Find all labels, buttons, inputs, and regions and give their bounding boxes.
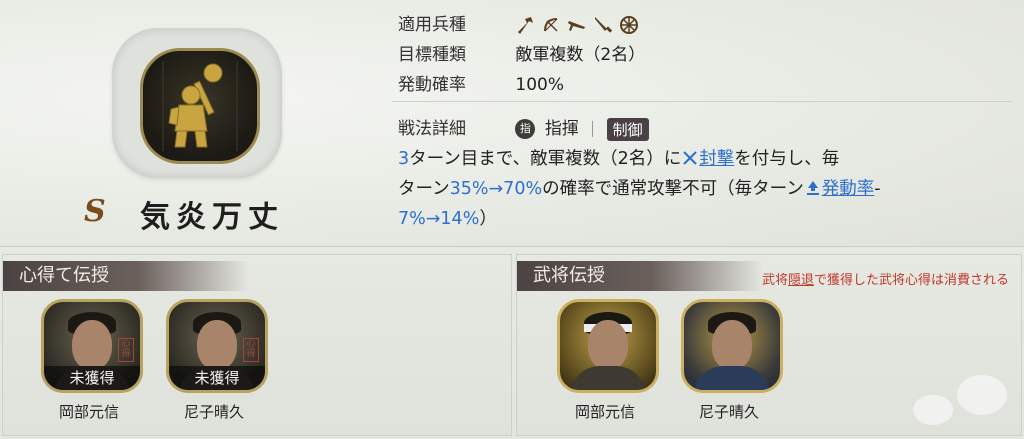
desc-rate-increase: 7%→14% (398, 209, 480, 229)
portrait-body (694, 366, 770, 390)
inherit-via-knowledge-title: 心得て伝授 (3, 261, 249, 291)
rate-value: 100% (515, 75, 565, 95)
warrior-icon (162, 61, 238, 151)
sword-icon (593, 15, 613, 35)
spear-icon (515, 15, 535, 35)
general-portrait-okabe-left[interactable]: 心得 未獲得 (41, 299, 143, 393)
general-portrait-amago-left[interactable]: 心得 未獲得 (166, 299, 268, 393)
tactic-label: 戦法詳細 (398, 119, 466, 139)
desc-part3: ターン (398, 179, 450, 199)
rate-up-icon (804, 179, 822, 206)
inherit-via-knowledge-panel: 心得て伝授 心得 未獲得 岡部元信 心得 未獲得 尼子晴久 (2, 254, 512, 436)
decorative-petal (913, 395, 953, 425)
general-name: 尼子晴久 (698, 403, 759, 421)
warning-suffix: で獲得した武将心得は消費される (813, 273, 1009, 288)
unacquired-label: 未獲得 (44, 366, 140, 390)
stamp-icon: 心得 (118, 338, 134, 362)
tactic-row: 戦法詳細 指 指揮 制御 (398, 114, 649, 141)
command-type: 指揮 (544, 119, 579, 139)
skill-icon-frame (112, 28, 282, 178)
desc-part2: を付与し、毎 (734, 149, 840, 169)
desc-part1: ターン目まで、敵軍複数（2名）に (409, 149, 682, 169)
portrait-face (72, 320, 112, 370)
stamp-icon: 心得 (243, 338, 259, 362)
decorative-petal (957, 375, 1007, 415)
skill-name: 気炎万丈 (140, 200, 284, 235)
general-portrait-amago-right[interactable] (681, 299, 783, 393)
effect-link[interactable]: 封撃 (699, 149, 734, 169)
portrait-body (570, 366, 646, 390)
rate-stat-link[interactable]: 発動率 (822, 179, 875, 199)
warning-prefix: 武将 (761, 273, 788, 288)
retire-warning: 武将隠退で獲得した武将心得は消費される (762, 269, 1009, 288)
target-row: 目標種類 敵軍複数（2名） (398, 40, 645, 65)
desc-turns: 3 (398, 149, 410, 169)
desc-part5: - (874, 179, 881, 199)
general-portrait-okabe-right[interactable] (557, 299, 659, 393)
general-name: 岡部元信 (58, 403, 119, 421)
desc-rate-range: 35%→70% (449, 179, 543, 199)
bow-icon (541, 15, 561, 35)
portrait-face (197, 320, 237, 370)
general-name: 岡部元信 (574, 403, 635, 421)
detail-divider (392, 101, 1012, 102)
wheel-icon (619, 15, 639, 35)
unacquired-label: 未獲得 (169, 366, 265, 390)
target-value: 敵軍複数（2名） (515, 45, 646, 65)
skill-description: 3ターン目まで、敵軍複数（2名）に 封撃を付与し、毎ターン35%→70%の確率で通… (398, 146, 998, 233)
troop-icons (515, 15, 639, 35)
retire-link[interactable]: 隠退 (788, 273, 814, 288)
portrait-face (588, 320, 628, 370)
general-name: 尼子晴久 (183, 403, 244, 421)
command-badge-icon: 指 (515, 119, 536, 139)
rate-row: 発動確率 100% (398, 70, 564, 95)
general-inherit-panel: 武将伝授 武将隠退で獲得した武将心得は消費される 岡部元信 尼子晴久 (516, 254, 1022, 436)
tactic-separator (592, 121, 594, 137)
target-label: 目標種類 (398, 45, 466, 65)
troop-label: 適用兵種 (398, 15, 466, 35)
gun-icon (567, 15, 587, 35)
rate-label: 発動確率 (398, 75, 466, 95)
general-inherit-title: 武将伝授 (517, 261, 763, 291)
desc-part4: の確率で通常攻撃不可（毎ターン (542, 179, 804, 199)
skill-rank: S (84, 194, 106, 229)
seal-effect-icon (681, 149, 699, 176)
skill-icon (140, 48, 260, 164)
troop-row: 適用兵種 (398, 10, 639, 35)
category-badge: 制御 (606, 117, 649, 141)
portrait-face (712, 320, 752, 370)
desc-part6: ） (479, 209, 497, 229)
